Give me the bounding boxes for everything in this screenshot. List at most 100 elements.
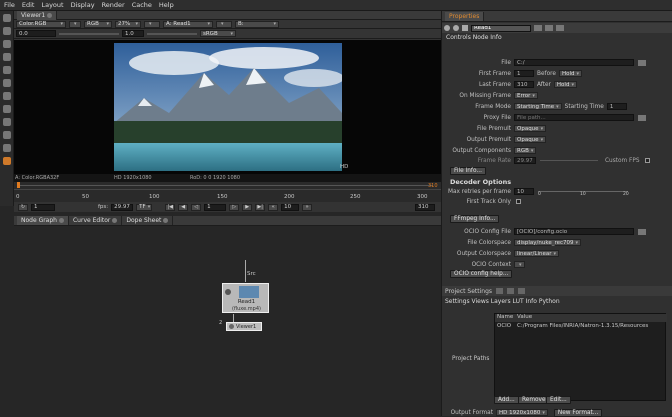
frame-mode-dropdown[interactable]: TF: [136, 203, 153, 211]
folder-icon[interactable]: [638, 114, 646, 121]
settings-icon[interactable]: [462, 25, 468, 31]
channels-dropdown[interactable]: RGB: [84, 20, 112, 28]
frame-rate-field[interactable]: 29.97: [514, 157, 536, 164]
after-dropdown[interactable]: Hold: [553, 81, 577, 88]
next-keyframe-icon[interactable]: »: [302, 203, 313, 211]
properties-inner-tabs[interactable]: Controls Node Info: [446, 34, 502, 41]
node-graph-canvas[interactable]: Src Read1 (fluxe.mp4) 2 Viewer1: [14, 226, 441, 416]
play-backward-icon[interactable]: ◀: [178, 203, 189, 211]
filter-tool-icon[interactable]: [2, 92, 11, 100]
frame-mode-dropdown[interactable]: Starting Time: [514, 103, 562, 110]
project-settings-tabs[interactable]: Settings Views Layers LUT Info Python: [445, 298, 560, 305]
folder-icon[interactable]: [638, 228, 646, 235]
collapse-icon[interactable]: [444, 25, 450, 31]
tab-viewer1[interactable]: Viewer1: [17, 10, 58, 20]
undo-icon[interactable]: [496, 288, 504, 294]
clip-dropdown[interactable]: [144, 20, 160, 28]
frame-rate-slider[interactable]: [540, 160, 598, 161]
merge-tool-icon[interactable]: [2, 118, 11, 126]
gamma-slider[interactable]: [147, 32, 197, 35]
center-node-icon[interactable]: [453, 25, 459, 31]
first-frame-field[interactable]: 1: [514, 70, 534, 77]
close-icon[interactable]: [58, 218, 64, 223]
menu-layout[interactable]: Layout: [41, 1, 63, 9]
close-icon[interactable]: [163, 218, 169, 223]
menu-render[interactable]: Render: [102, 1, 125, 9]
view-lut-dropdown[interactable]: sRGB: [200, 30, 236, 37]
output-format-dropdown[interactable]: HD 1920x1080: [496, 409, 548, 416]
close-icon[interactable]: [47, 12, 53, 18]
multiview-tool-icon[interactable]: [2, 131, 11, 139]
tab-node-graph[interactable]: Node Graph: [17, 216, 69, 225]
last-frame-field[interactable]: 310: [514, 81, 534, 88]
input-b-dropdown[interactable]: B:: [235, 20, 279, 28]
custom-fps-checkbox[interactable]: [644, 158, 650, 163]
tab-curve-editor[interactable]: Curve Editor: [69, 216, 123, 225]
timeline[interactable]: 0 50 100 150 200 250 300 310: [14, 182, 441, 202]
transform-tool-icon[interactable]: [2, 27, 11, 35]
redo-icon[interactable]: [545, 25, 553, 31]
start-frame-field[interactable]: 1: [31, 203, 55, 211]
project-paths-table[interactable]: Name Value OCIO C:/Program Files/INRIA/N…: [494, 313, 667, 401]
select-tool-icon[interactable]: [2, 14, 11, 22]
output-components-dropdown[interactable]: RGB: [514, 147, 537, 154]
keyer-tool-icon[interactable]: [2, 105, 11, 113]
composite-dropdown[interactable]: [216, 20, 232, 28]
paint-tool-icon[interactable]: [2, 40, 11, 48]
gain-field[interactable]: 0.0: [16, 30, 56, 37]
output-colorspace-dropdown[interactable]: linear/Linear: [514, 250, 560, 257]
prev-keyframe-icon[interactable]: «: [268, 203, 279, 211]
ffmpeg-info-button[interactable]: FFmpeg Info...: [450, 215, 500, 223]
tab-properties[interactable]: Properties: [445, 11, 485, 21]
close-icon[interactable]: [112, 218, 118, 223]
edit-path-button[interactable]: Edit...: [546, 396, 571, 404]
fps-field[interactable]: 29.97: [111, 203, 134, 211]
remove-path-button[interactable]: Remove: [518, 396, 550, 404]
plugin-tool-icon[interactable]: [2, 157, 11, 165]
play-forward-icon[interactable]: ▶: [242, 203, 253, 211]
loop-icon[interactable]: ↻: [18, 203, 28, 211]
tab-dope-sheet[interactable]: Dope Sheet: [122, 216, 174, 225]
before-dropdown[interactable]: Hold: [558, 70, 582, 77]
starting-time-field[interactable]: 1: [606, 103, 627, 110]
image-tool-icon[interactable]: [2, 53, 11, 61]
zoom-dropdown[interactable]: 27%: [115, 20, 141, 28]
last-frame-icon[interactable]: ▶|: [255, 203, 266, 211]
file-field[interactable]: C:/: [514, 59, 634, 66]
prev-frame-icon[interactable]: ◁: [191, 203, 202, 211]
next-frame-icon[interactable]: ▷: [229, 203, 240, 211]
first-frame-icon[interactable]: |◀: [165, 203, 176, 211]
restore-icon[interactable]: [556, 25, 564, 31]
step-field[interactable]: 10: [281, 203, 300, 211]
viewer-node[interactable]: Viewer1: [226, 322, 262, 331]
ocio-context-dropdown[interactable]: [514, 261, 525, 268]
colorspace-dropdown[interactable]: Color.RGB: [16, 20, 66, 28]
proxy-field[interactable]: File path...: [514, 114, 634, 121]
max-retries-field[interactable]: 10: [514, 188, 534, 195]
channel-tool-icon[interactable]: [2, 66, 11, 74]
menu-help[interactable]: Help: [159, 1, 174, 9]
gamma-field[interactable]: 1.0: [122, 30, 144, 37]
new-format-button[interactable]: New Format...: [553, 408, 603, 417]
other-tool-icon[interactable]: [2, 144, 11, 152]
restore-icon[interactable]: [518, 288, 526, 294]
table-row[interactable]: OCIO C:/Program Files/INRIA/Natron-1.3.1…: [495, 323, 667, 331]
node-input-icon[interactable]: [225, 289, 231, 295]
folder-icon[interactable]: [638, 59, 646, 66]
first-track-checkbox[interactable]: [516, 199, 521, 204]
max-retries-slider[interactable]: 0 10 20: [538, 188, 638, 197]
node-name-field[interactable]: Read1: [471, 24, 531, 32]
file-colorspace-dropdown[interactable]: display/nuke_rec709: [514, 239, 582, 246]
redo-icon[interactable]: [507, 288, 515, 294]
input-a-dropdown[interactable]: A: Read1: [163, 20, 213, 28]
end-frame-field[interactable]: 310: [415, 203, 435, 211]
ocio-config-field[interactable]: [OCIO]/config.ocio: [514, 228, 634, 235]
output-premult-dropdown[interactable]: Opaque: [514, 136, 547, 143]
layer-dropdown[interactable]: [69, 20, 81, 28]
menu-edit[interactable]: Edit: [22, 1, 35, 9]
missing-frame-dropdown[interactable]: Error: [514, 92, 538, 99]
color-tool-icon[interactable]: [2, 79, 11, 87]
menu-cache[interactable]: Cache: [132, 1, 152, 9]
menu-file[interactable]: File: [4, 1, 15, 9]
ocio-help-button[interactable]: OCIO config help...: [450, 270, 513, 278]
